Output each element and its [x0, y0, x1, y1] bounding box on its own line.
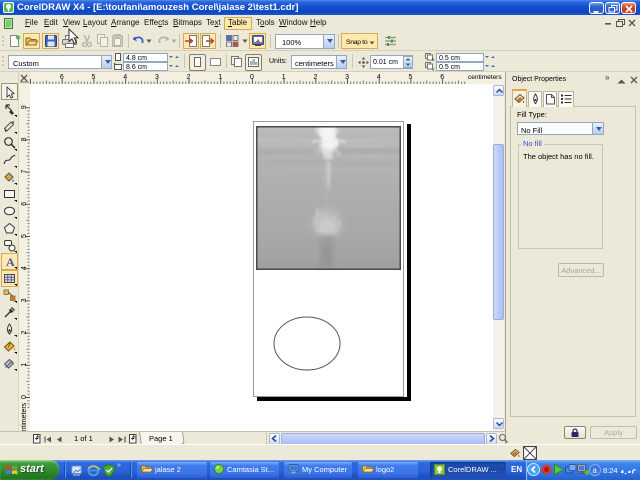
svg-text:3: 3: [345, 74, 349, 81]
svg-text:y: y: [432, 67, 435, 71]
svg-text:5: 5: [409, 74, 413, 81]
svg-text:2: 2: [313, 74, 317, 81]
svg-text:2: 2: [21, 331, 28, 335]
svg-text:4: 4: [377, 74, 381, 81]
svg-text:2: 2: [187, 74, 191, 81]
svg-text:5: 5: [92, 74, 96, 81]
svg-text:1: 1: [21, 363, 28, 367]
svg-text:6: 6: [440, 74, 444, 81]
svg-text:8: 8: [21, 137, 28, 141]
svg-text:3: 3: [155, 74, 159, 81]
svg-text:0: 0: [250, 74, 254, 81]
svg-text:9: 9: [21, 105, 28, 109]
svg-text:6: 6: [21, 202, 28, 206]
svg-text:centimeters: centimeters: [468, 74, 502, 81]
svg-text:5: 5: [21, 234, 28, 238]
svg-text:7: 7: [21, 170, 28, 174]
svg-text:1: 1: [282, 74, 286, 81]
svg-text:1: 1: [218, 74, 222, 81]
svg-text:A: A: [6, 255, 15, 269]
svg-text:4: 4: [123, 74, 127, 81]
svg-text:3: 3: [21, 298, 28, 302]
svg-text:4: 4: [21, 266, 28, 270]
svg-text:6: 6: [60, 74, 64, 81]
svg-text:0: 0: [21, 395, 28, 399]
svg-text:a: a: [593, 466, 598, 475]
svg-text:centimeters: centimeters: [21, 402, 28, 431]
svg-text:x: x: [432, 57, 435, 61]
